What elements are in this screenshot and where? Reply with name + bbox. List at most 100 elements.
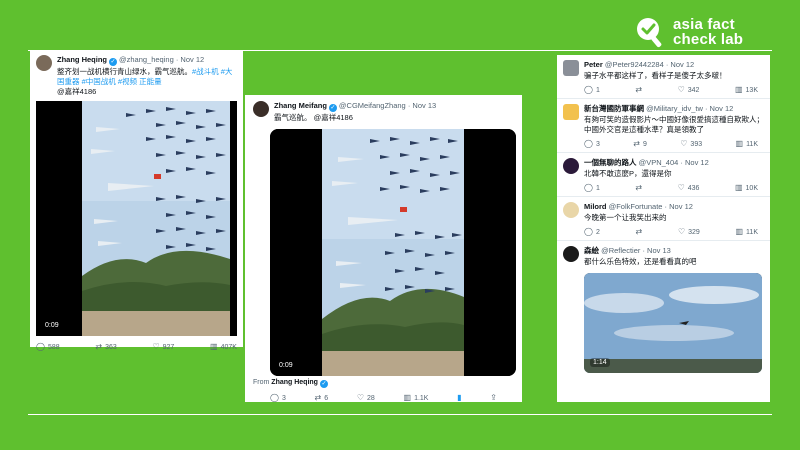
author-name[interactable]: Zhang Meifang xyxy=(274,101,327,110)
replies-card: Peter @Peter92442284 · Nov 12 骗子水平都这样了，看… xyxy=(557,55,770,402)
reply-button[interactable]: ◯ 2 xyxy=(584,228,600,236)
bottom-divider xyxy=(28,414,772,415)
avatar[interactable] xyxy=(253,101,269,117)
author-handle[interactable]: @Peter92442284 · Nov 12 xyxy=(605,60,694,69)
views-button[interactable]: ▥ 407K xyxy=(210,343,237,351)
repost-button[interactable]: ⇄ 363 xyxy=(95,343,116,351)
avatar[interactable] xyxy=(563,158,579,174)
reply-button[interactable]: ◯ 3 xyxy=(584,140,600,148)
avatar[interactable] xyxy=(563,60,579,76)
views-button[interactable]: ▥ 10K xyxy=(735,184,758,192)
repost-icon: ⇄ xyxy=(314,393,322,402)
bookmark-button[interactable]: ▮ xyxy=(457,394,461,402)
heart-icon: ♡ xyxy=(152,342,160,351)
heart-icon: ♡ xyxy=(356,393,365,402)
avatar[interactable] xyxy=(563,246,579,262)
repost-icon: ⇄ xyxy=(635,183,643,192)
repost-icon: ⇄ xyxy=(633,139,640,148)
tweet-card-1: Zhang Heqing ✓ @zhang_heqing · Nov 12 整齐划一… xyxy=(30,50,243,351)
verified-icon: ✓ xyxy=(109,58,117,66)
avatar[interactable] xyxy=(36,55,52,71)
reply-text: 有夠可笑的造假影片～中國好像很愛搞這種自欺欺人；中國外交官是這種水準？真是領教了 xyxy=(584,115,764,134)
views-button[interactable]: ▥ 11K xyxy=(736,140,759,148)
author-handle[interactable]: @zhang_heqing · Nov 12 xyxy=(119,55,204,64)
list-item: 森絵 @Reflectier · Nov 13 都什么乐色特效，还是看看真的吧 … xyxy=(557,241,770,377)
like-button[interactable]: ♡ 342 xyxy=(678,86,700,94)
author-handle[interactable]: @Reflectier · Nov 13 xyxy=(601,246,671,255)
heart-icon: ♡ xyxy=(680,139,688,148)
repost-icon: ⇄ xyxy=(635,85,643,94)
tweet-mention[interactable]: @嘉祥4186 xyxy=(57,87,237,97)
reply-icon: ◯ xyxy=(584,85,593,94)
brand-line-2: check lab xyxy=(673,31,744,48)
tweet-card-2: Zhang Meifang ✓ @CGMeifangZhang · Nov 13 霸… xyxy=(245,95,522,402)
repost-button[interactable]: ⇄ xyxy=(635,184,642,192)
reply-button[interactable]: ◯ 3 xyxy=(270,394,286,402)
video-timestamp: 0:09 xyxy=(276,361,296,370)
share-icon: ⇪ xyxy=(490,393,497,402)
list-item: Milord @FolkFortunate · Nov 12 今晚第一个让我笑出… xyxy=(557,197,770,241)
author-handle[interactable]: @FolkFortunate · Nov 12 xyxy=(609,202,693,211)
avatar[interactable] xyxy=(563,104,579,120)
reply-icon: ◯ xyxy=(584,139,593,148)
views-icon: ▥ xyxy=(210,342,218,351)
author-handle[interactable]: @CGMeifangZhang · Nov 13 xyxy=(339,101,436,110)
list-item: Peter @Peter92442284 · Nov 12 骗子水平都这样了，看… xyxy=(557,55,770,99)
avatar[interactable] xyxy=(563,202,579,218)
verified-icon: ✓ xyxy=(319,380,328,388)
heart-icon: ♡ xyxy=(677,85,685,94)
views-button[interactable]: ▥ 13K xyxy=(735,86,758,94)
views-button[interactable]: ▥ 11K xyxy=(735,228,758,236)
repost-button[interactable]: ⇄ 6 xyxy=(315,394,329,402)
sky-video-frame xyxy=(584,273,762,373)
video-player[interactable]: 0:09 xyxy=(270,129,516,376)
magnifier-logo-icon xyxy=(637,18,662,48)
reply-text: 北韓不敢這麼P，還得是你 xyxy=(584,169,672,178)
like-button[interactable]: ♡ 393 xyxy=(680,140,702,148)
reply-text: 都什么乐色特效，还是看看真的吧 xyxy=(584,257,697,266)
heart-icon: ♡ xyxy=(677,227,686,236)
author-name[interactable]: 森絵 xyxy=(584,246,599,255)
tweet-text: 霸气巡航。 @嘉祥4186 xyxy=(274,113,353,122)
reply-button[interactable]: ◯ 588 xyxy=(36,343,60,351)
list-item: 一個無聊的路人 @VPN_404 · Nov 12 北韓不敢這麼P，還得是你 ◯… xyxy=(557,153,770,197)
like-button[interactable]: ♡ 329 xyxy=(678,228,700,236)
video-player[interactable]: 0:09 xyxy=(36,101,237,336)
share-button[interactable]: ⇪ xyxy=(490,394,497,402)
reply-button[interactable]: ◯ 1 xyxy=(584,184,600,192)
reply-text: 骗子水平都这样了，看样子是傻子太多啵！ xyxy=(584,71,727,80)
views-button[interactable]: ▥ 1.1K xyxy=(404,394,429,402)
author-name[interactable]: Milord xyxy=(584,202,607,211)
asia-fact-check-lab-logo: asia fact check lab xyxy=(633,12,783,52)
author-handle[interactable]: @Military_idv_tw · Nov 12 xyxy=(646,104,733,113)
author-name[interactable]: 一個無聊的路人 xyxy=(584,158,637,167)
author-handle[interactable]: @VPN_404 · Nov 12 xyxy=(639,158,709,167)
jet-formation-video-frame xyxy=(36,101,237,336)
reply-icon: ◯ xyxy=(584,183,593,192)
verified-icon: ✓ xyxy=(328,104,337,112)
like-button[interactable]: ♡ 436 xyxy=(678,184,700,192)
repost-button[interactable]: ⇄ xyxy=(635,86,642,94)
quoted-from[interactable]: From Zhang Heqing ✓ xyxy=(253,378,514,388)
repost-button[interactable]: ⇄ xyxy=(636,228,643,236)
video-timestamp: 1:14 xyxy=(590,358,610,367)
repost-icon: ⇄ xyxy=(95,342,103,351)
views-icon: ▥ xyxy=(403,393,412,402)
views-icon: ▥ xyxy=(735,227,744,236)
repost-icon: ⇄ xyxy=(635,227,643,236)
like-button[interactable]: ♡ 927 xyxy=(152,343,174,351)
reply-text: 今晚第一个让我笑出来的 xyxy=(584,213,667,222)
reply-icon: ◯ xyxy=(36,342,45,351)
bookmark-icon: ▮ xyxy=(457,393,462,402)
tweet-text: 整齐划一战机横行青山绿水，霸气巡航。 xyxy=(57,67,192,76)
author-name[interactable]: Zhang Heqing xyxy=(57,55,107,64)
reply-icon: ◯ xyxy=(270,393,279,402)
views-icon: ▥ xyxy=(734,183,743,192)
reply-button[interactable]: ◯ 1 xyxy=(584,86,600,94)
video-player[interactable]: 1:14 xyxy=(584,273,762,373)
like-button[interactable]: ♡ 28 xyxy=(357,394,375,402)
reply-icon: ◯ xyxy=(584,227,593,236)
repost-button[interactable]: ⇄ 9 xyxy=(633,140,647,148)
author-name[interactable]: Peter xyxy=(584,60,603,69)
author-name[interactable]: 新台灣國防軍事網 xyxy=(584,104,644,113)
